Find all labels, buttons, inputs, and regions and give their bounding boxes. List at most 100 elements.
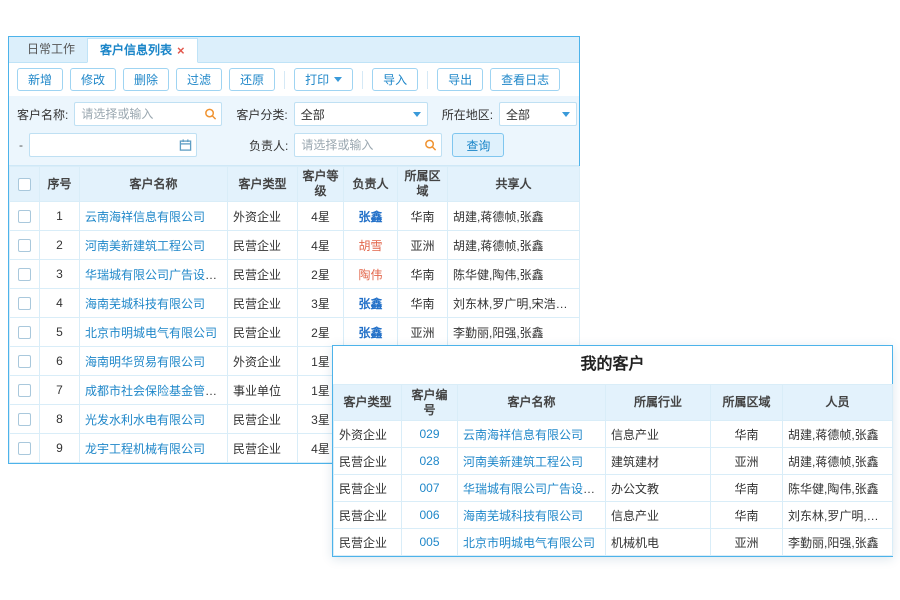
- customer-name-link[interactable]: 海南明华贸易有限公司: [85, 355, 205, 369]
- customer-name-link[interactable]: 海南芜城科技有限公司: [85, 297, 205, 311]
- row-number-cell: 7: [40, 376, 80, 405]
- customer-type-cell: 民营企业: [228, 260, 298, 289]
- customer-type-cell: 民营企业: [228, 289, 298, 318]
- customer-name-link[interactable]: 北京市明城电气有限公司: [463, 536, 595, 550]
- print-button[interactable]: 打印: [294, 68, 353, 91]
- customer-name-link[interactable]: 华瑞城有限公司广告设计部: [463, 482, 606, 496]
- industry-cell: 信息产业: [606, 502, 711, 529]
- close-tab-icon[interactable]: ×: [177, 44, 185, 57]
- customer-name-link[interactable]: 华瑞城有限公司广告设计部: [85, 268, 228, 282]
- calendar-icon[interactable]: [179, 139, 192, 152]
- staff-cell: 胡建,蒋德帧,张鑫: [783, 421, 893, 448]
- customer-name-link[interactable]: 光发水利水电有限公司: [85, 413, 205, 427]
- restore-button[interactable]: 还原: [229, 68, 275, 91]
- row-checkbox[interactable]: [18, 442, 31, 455]
- tab-customer-list[interactable]: 客户信息列表 ×: [87, 38, 198, 63]
- owner-cell: 张鑫: [344, 318, 398, 347]
- shared-cell: 李勤丽,阳强,张鑫: [448, 318, 580, 347]
- customer-name-input[interactable]: [74, 102, 222, 126]
- checkbox-cell: [10, 202, 40, 231]
- customer-code-link[interactable]: 028: [419, 454, 439, 468]
- col-header-customer-name: 客户名称: [80, 167, 228, 202]
- customer-name-cell: 华瑞城有限公司广告设计部: [80, 260, 228, 289]
- search-icon[interactable]: [424, 139, 437, 152]
- my-customer-row[interactable]: 民营企业005北京市明城电气有限公司机械机电亚洲李勤丽,阳强,张鑫: [334, 529, 893, 556]
- owner-cell: 张鑫: [344, 202, 398, 231]
- my-customers-body: 外资企业029云南海祥信息有限公司信息产业华南胡建,蒋德帧,张鑫民营企业028河…: [334, 421, 893, 556]
- checkbox-cell: [10, 289, 40, 318]
- owner-link[interactable]: 张鑫: [358, 326, 382, 340]
- my-customer-row[interactable]: 民营企业028河南美新建筑工程公司建筑建材亚洲胡建,蒋德帧,张鑫: [334, 448, 893, 475]
- select-all-checkbox[interactable]: [18, 178, 31, 191]
- type-cell: 民营企业: [334, 448, 402, 475]
- customer-name-link[interactable]: 河南美新建筑工程公司: [85, 239, 205, 253]
- row-checkbox[interactable]: [18, 326, 31, 339]
- owner-link[interactable]: 胡雪: [358, 239, 382, 253]
- customer-name-link[interactable]: 成都市社会保险基金管理...: [85, 384, 227, 398]
- desktop: 日常工作 客户信息列表 × 新增 修改 删除 过滤 还原 打印 导入 导出 查看…: [0, 0, 900, 600]
- export-button[interactable]: 导出: [437, 68, 483, 91]
- view-log-button[interactable]: 查看日志: [490, 68, 560, 91]
- customer-category-value: 全部: [301, 106, 325, 123]
- row-checkbox[interactable]: [18, 413, 31, 426]
- col-header-region: 所属区域: [398, 167, 448, 202]
- col-header-no: 序号: [40, 167, 80, 202]
- owner-input[interactable]: [294, 133, 442, 157]
- my-customer-row[interactable]: 民营企业006海南芜城科技有限公司信息产业华南刘东林,罗广明,宋浩然...: [334, 502, 893, 529]
- row-checkbox[interactable]: [18, 239, 31, 252]
- row-number-cell: 2: [40, 231, 80, 260]
- customer-code-link[interactable]: 007: [419, 481, 439, 495]
- toolbar-divider: [427, 71, 428, 89]
- my-customer-row[interactable]: 外资企业029云南海祥信息有限公司信息产业华南胡建,蒋德帧,张鑫: [334, 421, 893, 448]
- region-cell: 华南: [711, 421, 783, 448]
- customer-row[interactable]: 5北京市明城电气有限公司民营企业2星张鑫亚洲李勤丽,阳强,张鑫: [10, 318, 580, 347]
- owner-link[interactable]: 张鑫: [358, 210, 382, 224]
- customer-row[interactable]: 1云南海祥信息有限公司外资企业4星张鑫华南胡建,蒋德帧,张鑫: [10, 202, 580, 231]
- customer-code-link[interactable]: 005: [419, 535, 439, 549]
- customer-name-link[interactable]: 海南芜城科技有限公司: [463, 509, 583, 523]
- toolbar-divider: [362, 71, 363, 89]
- add-button[interactable]: 新增: [17, 68, 63, 91]
- customer-type-cell: 民营企业: [228, 405, 298, 434]
- row-number-cell: 9: [40, 434, 80, 463]
- col-header-industry: 所属行业: [606, 385, 711, 421]
- customer-code-link[interactable]: 006: [419, 508, 439, 522]
- name-cell: 云南海祥信息有限公司: [458, 421, 606, 448]
- row-checkbox[interactable]: [18, 384, 31, 397]
- row-checkbox[interactable]: [18, 268, 31, 281]
- edit-button[interactable]: 修改: [70, 68, 116, 91]
- row-checkbox[interactable]: [18, 210, 31, 223]
- customer-type-cell: 民营企业: [228, 231, 298, 260]
- row-checkbox[interactable]: [18, 355, 31, 368]
- col-header-shared: 共享人: [448, 167, 580, 202]
- tab-daily-work[interactable]: 日常工作: [15, 37, 87, 62]
- customer-code-link[interactable]: 029: [419, 427, 439, 441]
- filter-button[interactable]: 过滤: [176, 68, 222, 91]
- staff-cell: 胡建,蒋德帧,张鑫: [783, 448, 893, 475]
- customer-row[interactable]: 3华瑞城有限公司广告设计部民营企业2星陶伟华南陈华健,陶伟,张鑫: [10, 260, 580, 289]
- customer-name-link[interactable]: 河南美新建筑工程公司: [463, 455, 583, 469]
- customer-row[interactable]: 4海南芜城科技有限公司民营企业3星张鑫华南刘东林,罗广明,宋浩然,张鑫: [10, 289, 580, 318]
- tab-customer-list-label: 客户信息列表: [100, 38, 172, 63]
- customer-name-link[interactable]: 北京市明城电气有限公司: [85, 326, 217, 340]
- owner-link[interactable]: 张鑫: [358, 297, 382, 311]
- customer-category-select[interactable]: 全部: [294, 102, 428, 126]
- customer-row[interactable]: 2河南美新建筑工程公司民营企业4星胡雪亚洲胡建,蒋德帧,张鑫: [10, 231, 580, 260]
- industry-cell: 机械机电: [606, 529, 711, 556]
- customer-name-link[interactable]: 龙宇工程机械有限公司: [85, 442, 205, 456]
- row-checkbox[interactable]: [18, 297, 31, 310]
- import-button[interactable]: 导入: [372, 68, 418, 91]
- col-header-owner: 负责人: [344, 167, 398, 202]
- region-cell: 亚洲: [711, 529, 783, 556]
- delete-button[interactable]: 删除: [123, 68, 169, 91]
- date-input[interactable]: [29, 133, 197, 157]
- customer-name-link[interactable]: 云南海祥信息有限公司: [85, 210, 205, 224]
- search-icon[interactable]: [204, 108, 217, 121]
- customer-name-link[interactable]: 云南海祥信息有限公司: [463, 428, 583, 442]
- region-select[interactable]: 全部: [499, 102, 577, 126]
- my-customer-row[interactable]: 民营企业007华瑞城有限公司广告设计部办公文教华南陈华健,陶伟,张鑫: [334, 475, 893, 502]
- owner-link[interactable]: 陶伟: [358, 268, 382, 282]
- table-header-row: 序号 客户名称 客户类型 客户等级 负责人 所属区域 共享人: [10, 167, 580, 202]
- search-button[interactable]: 查询: [452, 133, 504, 157]
- name-cell: 河南美新建筑工程公司: [458, 448, 606, 475]
